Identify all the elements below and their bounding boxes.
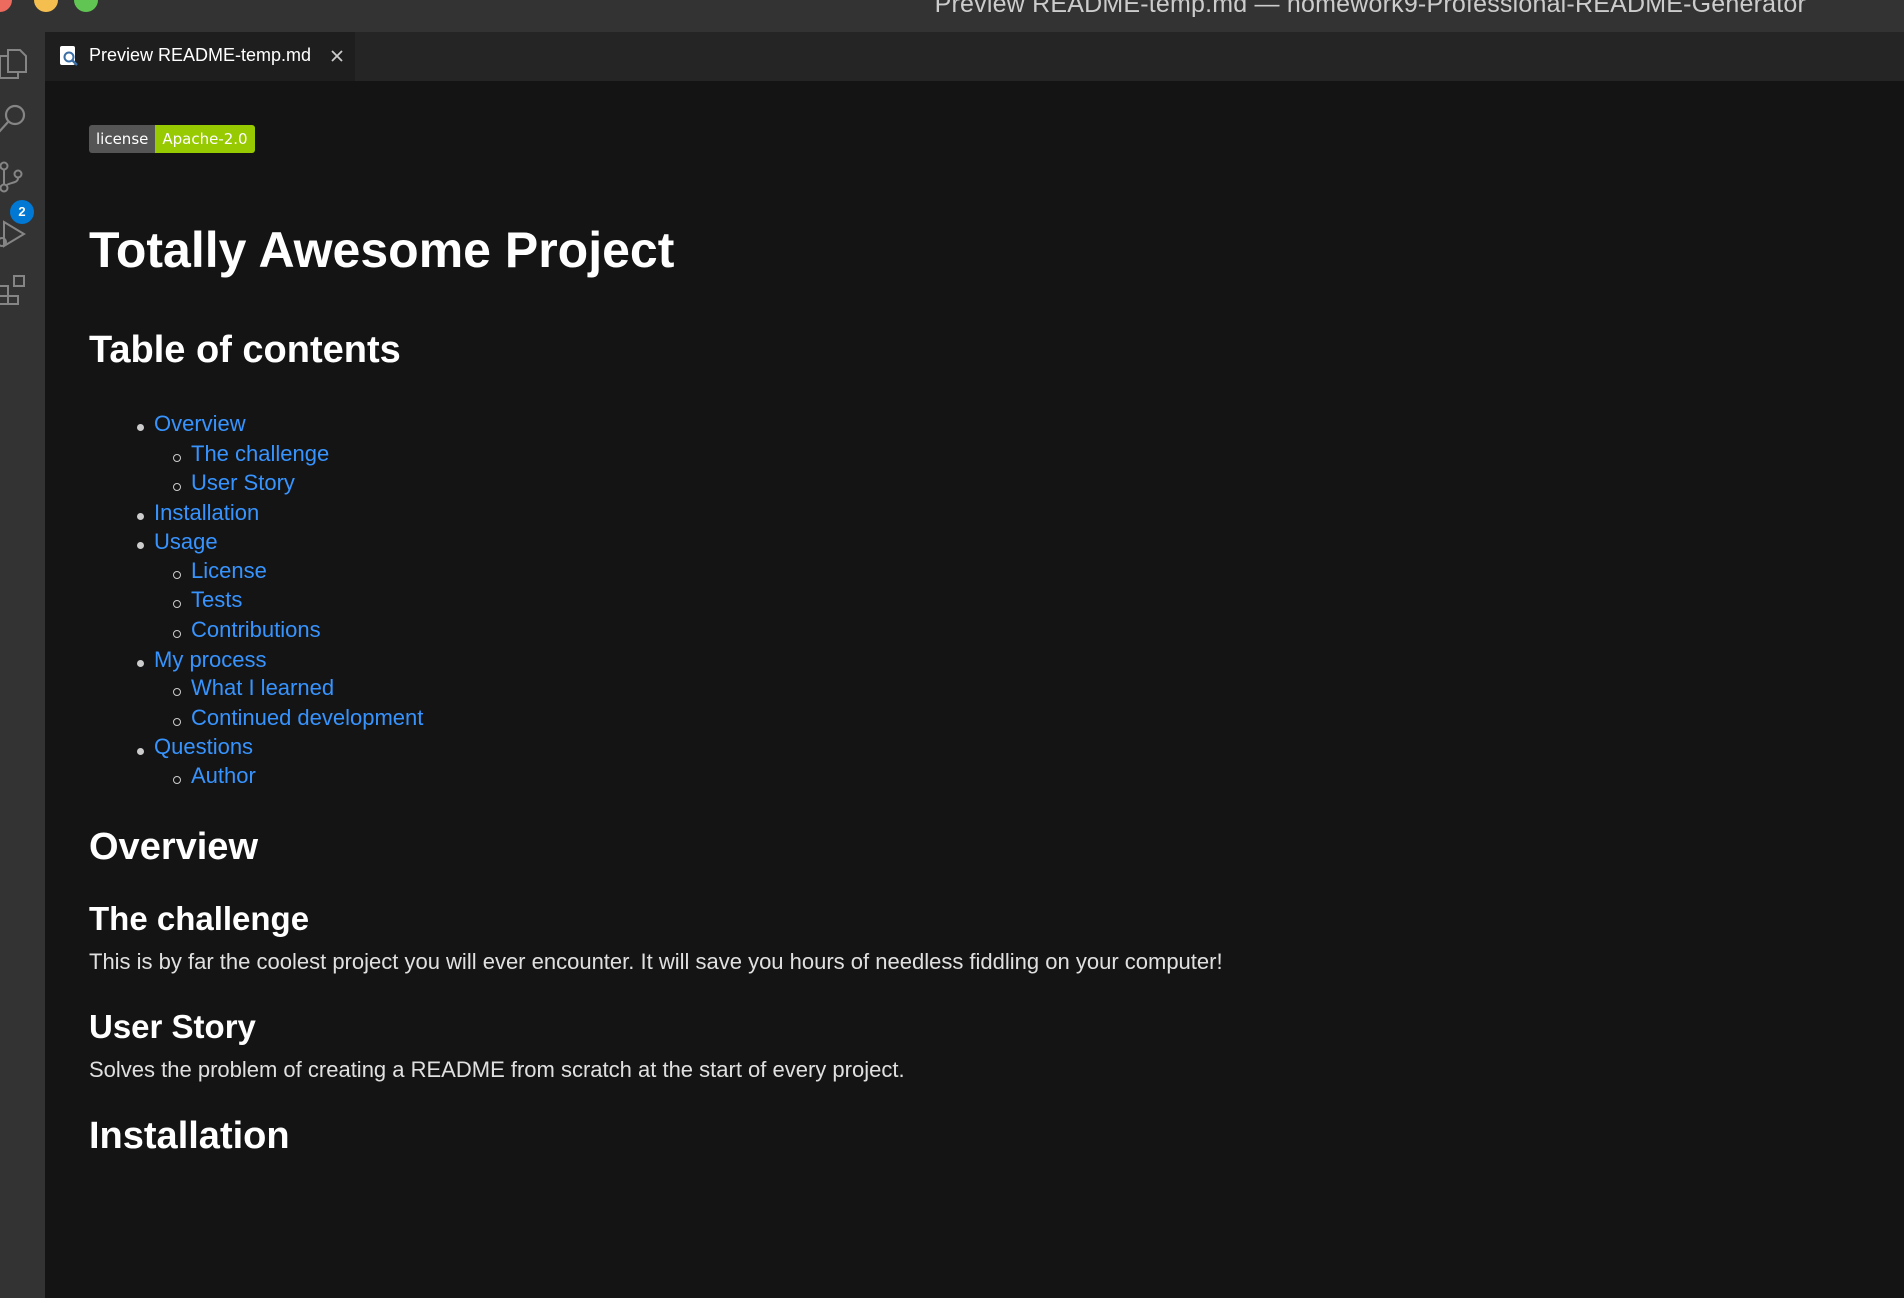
section-heading-installation: Installation (89, 1115, 290, 1157)
list-bullet (173, 776, 181, 784)
toc-link-license[interactable]: License (191, 558, 267, 584)
preview-icon (58, 45, 80, 67)
markdown-preview: license Apache-2.0 Totally Awesome Proje… (45, 81, 1904, 1298)
page-title: Totally Awesome Project (89, 222, 675, 278)
user-story-paragraph: Solves the problem of creating a README … (89, 1057, 905, 1082)
license-badge-value: Apache-2.0 (155, 125, 255, 153)
toc-link-the-challenge[interactable]: The challenge (191, 441, 329, 467)
window-minimize-button[interactable] (34, 0, 58, 12)
list-bullet (137, 424, 144, 431)
extensions-icon[interactable] (0, 272, 30, 306)
window-title: Preview README-temp.md — homework9-Profe… (934, 0, 1806, 18)
toc-link-installation[interactable]: Installation (154, 500, 259, 526)
section-heading-overview: Overview (89, 826, 258, 868)
source-control-icon[interactable] (0, 160, 30, 194)
list-bullet (173, 600, 181, 608)
explorer-icon[interactable] (0, 46, 30, 80)
toc-link-overview[interactable]: Overview (154, 411, 246, 437)
section-heading-the-challenge: The challenge (89, 900, 310, 937)
challenge-paragraph: This is by far the coolest project you w… (89, 949, 1223, 974)
title-bar: Preview README-temp.md — homework9-Profe… (0, 0, 1904, 32)
list-bullet (173, 571, 181, 579)
list-bullet (137, 660, 144, 667)
tab-preview-readme[interactable]: Preview README-temp.md (45, 32, 355, 81)
toc-link-my-process[interactable]: My process (154, 647, 266, 673)
list-bullet (137, 542, 144, 549)
toc-link-user-story[interactable]: User Story (191, 470, 295, 496)
list-bullet (137, 513, 144, 520)
list-bullet (173, 483, 181, 491)
license-badge[interactable]: license Apache-2.0 (89, 125, 255, 153)
toc-link-contributions[interactable]: Contributions (191, 617, 321, 643)
search-icon[interactable] (0, 102, 30, 136)
toc-link-what-i-learned[interactable]: What I learned (191, 675, 334, 701)
list-bullet (173, 454, 181, 462)
list-bullet (173, 630, 181, 638)
window-maximize-button[interactable] (74, 0, 98, 12)
list-bullet (173, 688, 181, 696)
close-icon[interactable] (327, 46, 347, 66)
toc-link-tests[interactable]: Tests (191, 587, 242, 613)
toc-heading: Table of contents (89, 329, 401, 371)
license-badge-label: license (89, 125, 156, 153)
toc-link-author[interactable]: Author (191, 763, 256, 789)
list-bullet (137, 748, 144, 755)
activity-bar: 2 (0, 32, 45, 1298)
list-bullet (173, 718, 181, 726)
tab-bar: Preview README-temp.md (45, 32, 1904, 81)
toc-link-questions[interactable]: Questions (154, 734, 253, 760)
toc-link-usage[interactable]: Usage (154, 529, 218, 555)
window-close-button[interactable] (0, 0, 12, 12)
tab-label: Preview README-temp.md (89, 45, 312, 65)
toc-link-continued-development[interactable]: Continued development (191, 705, 423, 731)
run-debug-icon[interactable] (0, 216, 30, 250)
section-heading-user-story: User Story (89, 1008, 256, 1045)
